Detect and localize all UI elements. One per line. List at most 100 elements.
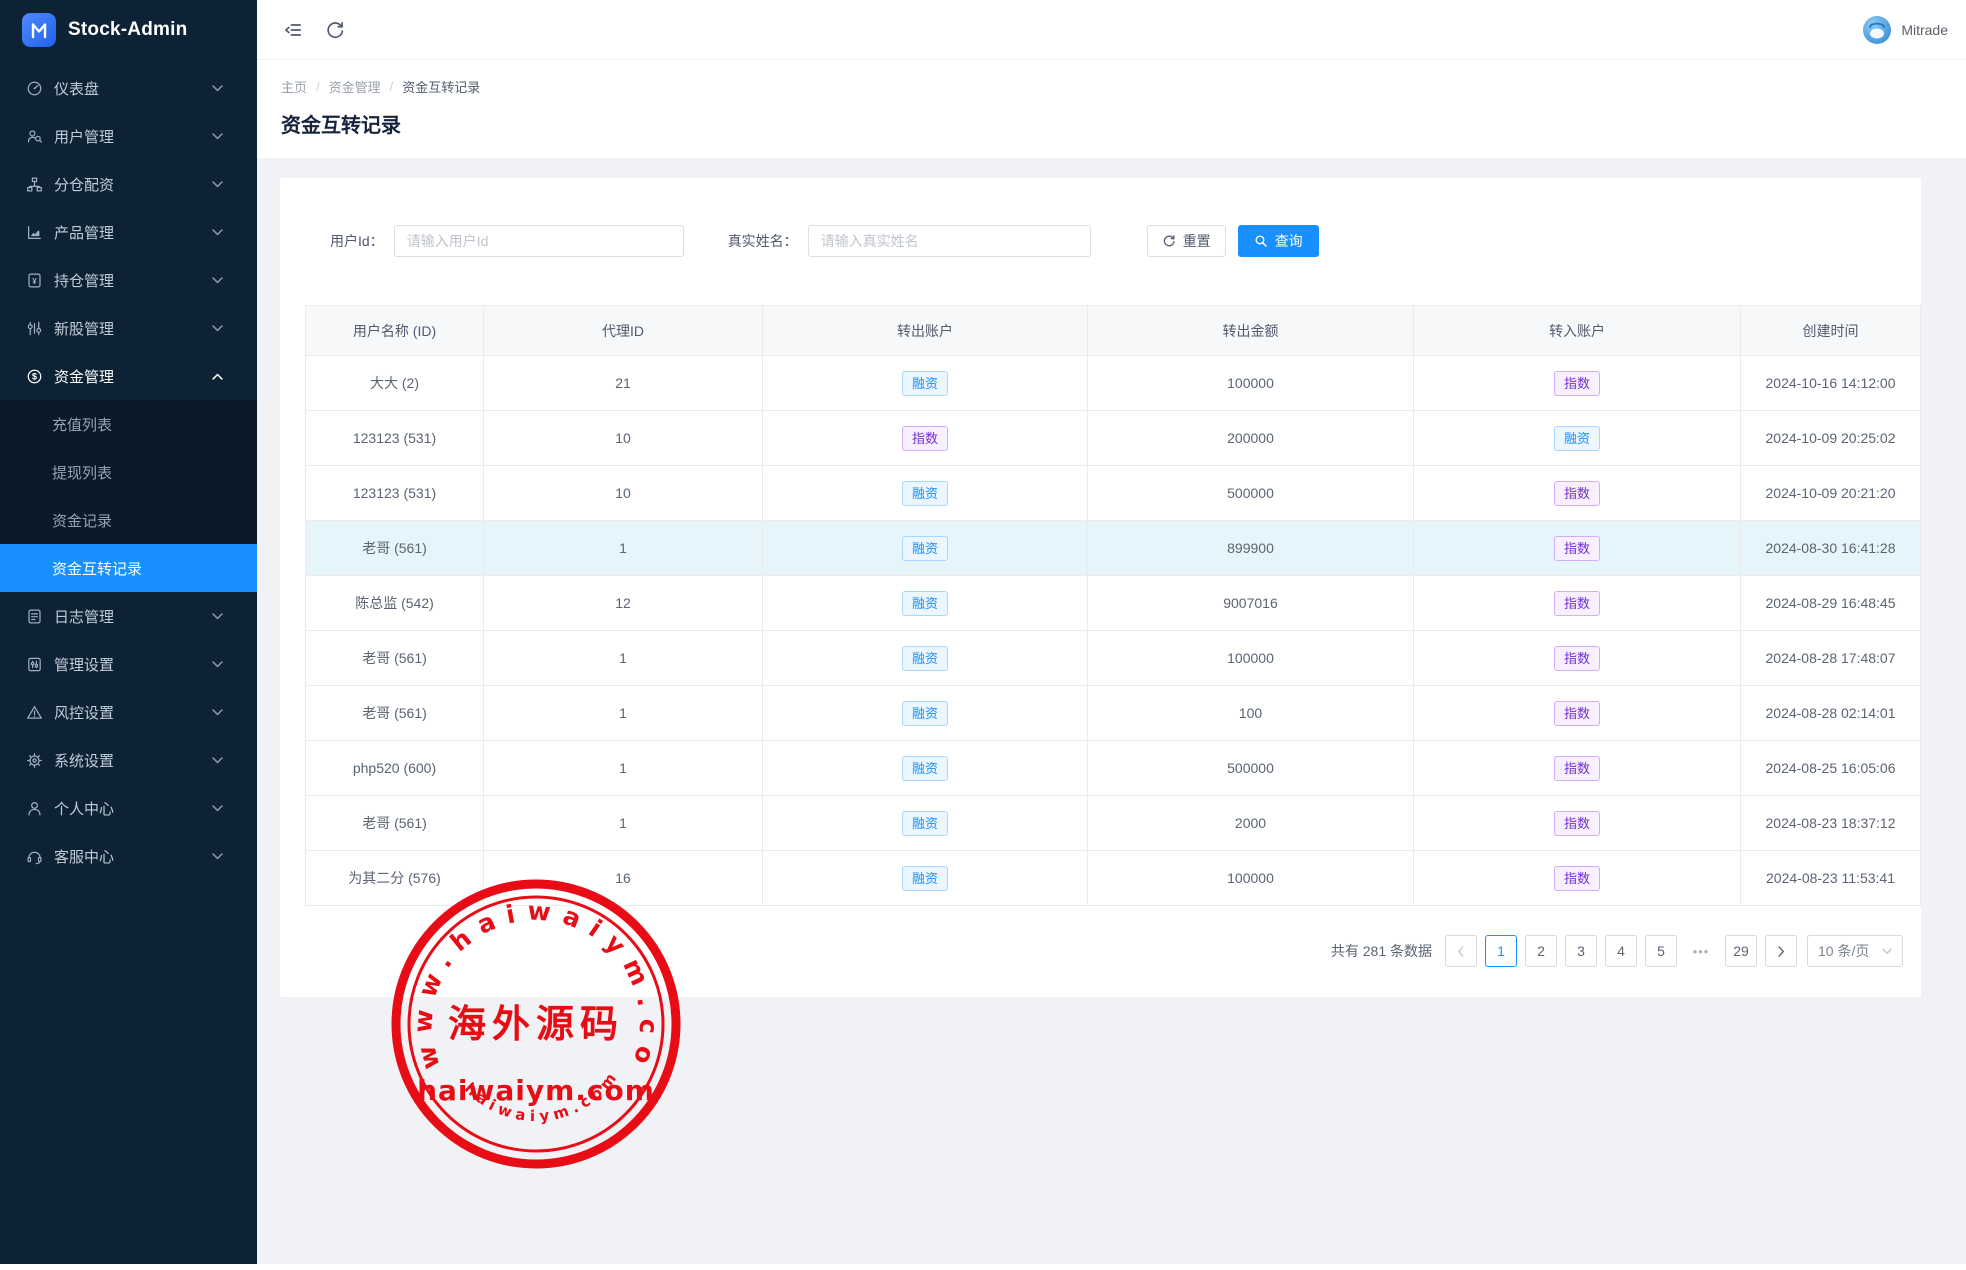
- user-name-cell: 123123 (531): [306, 466, 484, 521]
- table-row[interactable]: 123123 (531)10融资500000指数2024-10-09 20:21…: [306, 466, 1921, 521]
- sidebar-item-profile[interactable]: 个人中心: [0, 784, 257, 832]
- search-button[interactable]: 查询: [1238, 225, 1319, 257]
- reset-button[interactable]: 重置: [1147, 225, 1226, 257]
- user-id-label: 用户Id：: [330, 231, 384, 251]
- pagination-next-button[interactable]: [1765, 935, 1797, 967]
- account-cell: 融资: [763, 521, 1088, 576]
- breadcrumb-current: 资金互转记录: [402, 77, 480, 96]
- sidebar-item-label: 分仓配资: [54, 174, 114, 195]
- log-icon: [26, 608, 43, 625]
- table-row[interactable]: 老哥 (561)1融资899900指数2024-08-30 16:41:28: [306, 521, 1921, 576]
- table-row[interactable]: 大大 (2)21融资100000指数2024-10-16 14:12:00: [306, 356, 1921, 411]
- sidebar-item-label: 个人中心: [54, 798, 114, 819]
- user-name-cell: 老哥 (561): [306, 686, 484, 741]
- column-header: 转入账户: [1414, 306, 1741, 356]
- transfer-in-tag: 指数: [1554, 481, 1600, 506]
- submenu-item[interactable]: 资金互转记录: [0, 544, 257, 592]
- risk-icon: [26, 704, 43, 721]
- sidebar-item-user-manage[interactable]: 用户管理: [0, 112, 257, 160]
- submenu-item[interactable]: 充值列表: [0, 400, 257, 448]
- pagination-page-1[interactable]: 1: [1485, 935, 1517, 967]
- sidebar-item-product[interactable]: 产品管理: [0, 208, 257, 256]
- table-header-row: 用户名称 (ID)代理ID转出账户转出金额转入账户创建时间: [306, 306, 1921, 356]
- submenu-item[interactable]: 资金记录: [0, 496, 257, 544]
- agent-id-cell: 10: [484, 411, 763, 466]
- account-cell: 融资: [763, 576, 1088, 631]
- user-name-cell: 大大 (2): [306, 356, 484, 411]
- user-id-input[interactable]: [394, 225, 684, 257]
- cluster-icon: [26, 176, 43, 193]
- pagination-ellipsis[interactable]: •••: [1685, 935, 1717, 967]
- account-cell: 指数: [1414, 631, 1741, 686]
- sidebar-item-manage-settings[interactable]: 管理设置: [0, 640, 257, 688]
- sidebar-item-service[interactable]: 客服中心: [0, 832, 257, 880]
- transfer-in-tag: 指数: [1554, 756, 1600, 781]
- account-cell: 指数: [1414, 686, 1741, 741]
- account-cell: 融资: [763, 356, 1088, 411]
- agent-id-cell: 10: [484, 466, 763, 521]
- sidebar-item-log[interactable]: 日志管理: [0, 592, 257, 640]
- account-cell: 指数: [763, 411, 1088, 466]
- chevron-down-icon: [212, 853, 223, 860]
- collapse-sidebar-icon[interactable]: [283, 20, 303, 40]
- submenu-item-label: 资金记录: [52, 510, 112, 531]
- pagination-page-3[interactable]: 3: [1565, 935, 1597, 967]
- created-time-cell: 2024-08-23 11:53:41: [1741, 851, 1921, 906]
- created-time-cell: 2024-10-16 14:12:00: [1741, 356, 1921, 411]
- chevron-down-icon: [1882, 948, 1892, 955]
- sidebar-item-position[interactable]: 持仓管理: [0, 256, 257, 304]
- user-name-cell: 老哥 (561): [306, 796, 484, 851]
- pagination-total: 共有 281 条数据: [1331, 941, 1432, 961]
- chevron-down-icon: [212, 757, 223, 764]
- account-cell: 指数: [1414, 741, 1741, 796]
- table-row[interactable]: 陈总监 (542)12融资9007016指数2024-08-29 16:48:4…: [306, 576, 1921, 631]
- real-name-input[interactable]: [808, 225, 1091, 257]
- content-card: 用户Id： 真实姓名： 重置 查询 用户名称 (ID)代理ID转出账户转出金额转…: [280, 178, 1921, 997]
- sidebar-item-cluster[interactable]: 分仓配资: [0, 160, 257, 208]
- breadcrumb-home[interactable]: 主页: [281, 77, 307, 96]
- sidebar-item-system[interactable]: 系统设置: [0, 736, 257, 784]
- topbar: Mitrade: [257, 0, 1966, 60]
- profile-icon: [26, 800, 43, 817]
- submenu-item[interactable]: 提现列表: [0, 448, 257, 496]
- user-name-cell: 老哥 (561): [306, 521, 484, 576]
- table-row[interactable]: php520 (600)1融资500000指数2024-08-25 16:05:…: [306, 741, 1921, 796]
- breadcrumb-fund-management[interactable]: 资金管理: [329, 77, 381, 96]
- sidebar-submenu: 充值列表提现列表资金记录资金互转记录: [0, 400, 257, 592]
- transfer-in-tag: 指数: [1554, 646, 1600, 671]
- refresh-icon[interactable]: [325, 20, 345, 40]
- amount-cell: 500000: [1088, 741, 1414, 796]
- user-menu[interactable]: Mitrade: [1862, 15, 1952, 45]
- chevron-left-icon: [1456, 946, 1466, 957]
- sidebar-item-fund[interactable]: 资金管理: [0, 352, 257, 400]
- account-cell: 融资: [763, 796, 1088, 851]
- pagination-page-5[interactable]: 5: [1645, 935, 1677, 967]
- table-row[interactable]: 为其二分 (576)16融资100000指数2024-08-23 11:53:4…: [306, 851, 1921, 906]
- sidebar-item-label: 系统设置: [54, 750, 114, 771]
- chevron-down-icon: [212, 661, 223, 668]
- sidebar-item-risk[interactable]: 风控设置: [0, 688, 257, 736]
- table-row[interactable]: 老哥 (561)1融资2000指数2024-08-23 18:37:12: [306, 796, 1921, 851]
- column-header: 创建时间: [1741, 306, 1921, 356]
- amount-cell: 100000: [1088, 631, 1414, 686]
- user-name: Mitrade: [1901, 22, 1948, 38]
- transfer-out-tag: 融资: [902, 481, 948, 506]
- sidebar-item-dashboard[interactable]: 仪表盘: [0, 64, 257, 112]
- product-icon: [26, 224, 43, 241]
- pagination-prev-button[interactable]: [1445, 935, 1477, 967]
- pagination-page-4[interactable]: 4: [1605, 935, 1637, 967]
- amount-cell: 200000: [1088, 411, 1414, 466]
- chevron-up-icon: [212, 373, 223, 380]
- table-row[interactable]: 123123 (531)10指数200000融资2024-10-09 20:25…: [306, 411, 1921, 466]
- amount-cell: 9007016: [1088, 576, 1414, 631]
- pagination-page-29[interactable]: 29: [1725, 935, 1757, 967]
- account-cell: 指数: [1414, 466, 1741, 521]
- table-row[interactable]: 老哥 (561)1融资100000指数2024-08-28 17:48:07: [306, 631, 1921, 686]
- chevron-down-icon: [212, 325, 223, 332]
- created-time-cell: 2024-08-29 16:48:45: [1741, 576, 1921, 631]
- sidebar-item-ipo[interactable]: 新股管理: [0, 304, 257, 352]
- page-size-select[interactable]: 10 条/页: [1807, 935, 1903, 967]
- transfer-in-tag: 指数: [1554, 591, 1600, 616]
- table-row[interactable]: 老哥 (561)1融资100指数2024-08-28 02:14:01: [306, 686, 1921, 741]
- pagination-page-2[interactable]: 2: [1525, 935, 1557, 967]
